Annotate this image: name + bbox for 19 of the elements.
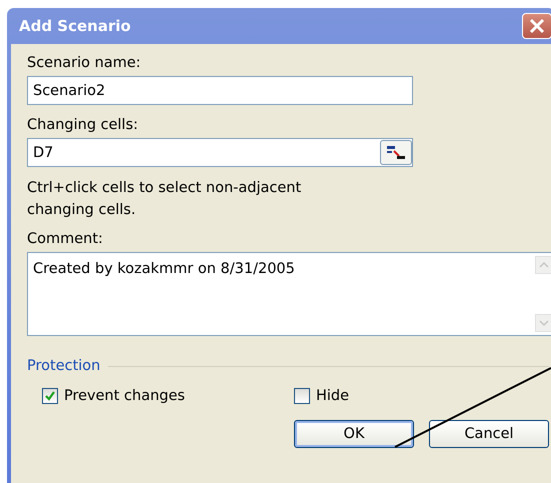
field-label: Scenario name: <box>27 55 142 71</box>
hint-text: Ctrl+click cells to select non-adjacent changing cells. <box>27 179 302 220</box>
field-label: Comment: <box>27 231 104 247</box>
changing-cells-field[interactable]: D7 <box>27 138 413 167</box>
scenario-name-field[interactable]: Scenario2 <box>27 76 413 105</box>
checkbox-option[interactable]: Prevent changes <box>42 388 294 404</box>
group-title: Protection <box>27 358 100 374</box>
checkbox[interactable] <box>294 388 310 404</box>
field-label: Changing cells: <box>27 117 140 133</box>
close-button[interactable] <box>522 13 551 39</box>
range-select-icon <box>386 144 406 160</box>
checkbox-option[interactable]: Hide <box>294 388 546 404</box>
checkbox[interactable] <box>42 388 58 404</box>
checkmark-icon <box>44 390 56 402</box>
range-select-button[interactable] <box>380 140 412 165</box>
window-title: Add Scenario <box>19 17 131 35</box>
close-icon <box>528 17 546 35</box>
dialog-button[interactable]: OK <box>294 420 414 448</box>
dialog-button[interactable]: Cancel <box>429 420 549 448</box>
